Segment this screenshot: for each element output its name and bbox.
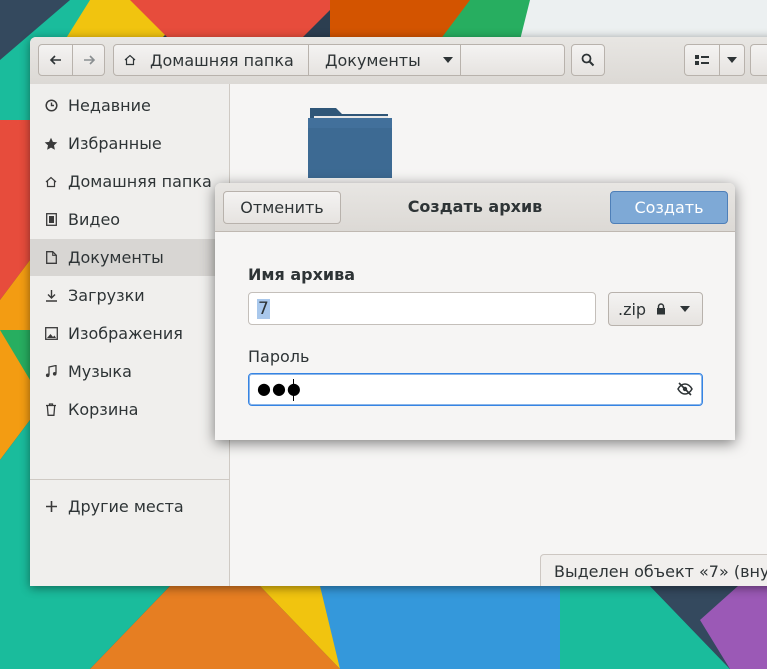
archive-name-input[interactable]: 7 (248, 292, 596, 325)
sidebar-item-label: Другие места (68, 497, 184, 516)
sidebar-item-pictures[interactable]: Изображения (30, 315, 229, 352)
sidebar-item-label: Документы (68, 248, 164, 267)
sidebar-item-label: Корзина (68, 400, 139, 419)
sidebar: Недавние Избранные Домашняя папка Видео … (30, 84, 230, 586)
sidebar-item-documents[interactable]: Документы (30, 239, 229, 276)
sidebar-item-label: Домашняя папка (68, 172, 212, 191)
path-empty-segment (461, 44, 565, 76)
chevron-down-icon (680, 306, 691, 312)
sidebar-item-downloads[interactable]: Загрузки (30, 277, 229, 314)
back-button[interactable] (38, 44, 73, 76)
lock-icon (656, 303, 666, 315)
chevron-down-icon (442, 57, 453, 63)
password-input[interactable]: ●●● (248, 373, 703, 406)
create-button[interactable]: Создать (610, 191, 728, 224)
sidebar-item-label: Видео (68, 210, 121, 229)
sidebar-item-home[interactable]: Домашняя папка (30, 163, 229, 200)
view-options-button[interactable] (719, 44, 745, 76)
search-button[interactable] (571, 44, 605, 76)
archive-format-value: .zip (618, 299, 647, 319)
status-bar: Выделен объект «7» (вну (540, 554, 767, 586)
header-bar: Домашняя папка Документы (30, 37, 767, 85)
star-icon (44, 137, 58, 151)
menu-button[interactable] (750, 44, 767, 76)
sidebar-item-label: Недавние (68, 96, 151, 115)
sidebar-item-music[interactable]: Музыка (30, 353, 229, 390)
sidebar-item-recent[interactable]: Недавние (30, 87, 229, 124)
list-view-icon (695, 54, 709, 66)
eye-off-icon[interactable] (677, 382, 693, 396)
path-home-label: Домашняя папка (150, 50, 294, 70)
sidebar-item-label: Избранные (68, 134, 162, 153)
sidebar-item-trash[interactable]: Корзина (30, 391, 229, 428)
path-home-button[interactable]: Домашняя папка (113, 44, 309, 76)
path-bar: Домашняя папка Документы (113, 44, 565, 76)
selection-status-text: Выделен объект «7» (вну (554, 562, 767, 581)
arrow-left-icon (49, 53, 63, 67)
home-icon (124, 54, 136, 66)
sidebar-item-label: Изображения (68, 324, 183, 343)
create-button-label: Создать (634, 198, 704, 217)
plus-icon (44, 501, 58, 512)
sidebar-item-starred[interactable]: Избранные (30, 125, 229, 162)
path-current-button[interactable]: Документы (309, 44, 461, 76)
forward-button[interactable] (72, 44, 105, 76)
sidebar-item-other-places[interactable]: Другие места (30, 488, 229, 525)
trash-icon (44, 403, 58, 416)
path-current-label: Документы (325, 50, 421, 70)
archive-name-value: 7 (257, 299, 270, 319)
document-icon (44, 251, 58, 264)
text-cursor (293, 379, 294, 401)
sidebar-item-label: Музыка (68, 362, 132, 381)
sidebar-item-label: Загрузки (68, 286, 145, 305)
download-icon (44, 289, 58, 302)
password-label: Пароль (248, 347, 310, 366)
dialog-header: Отменить Создать архив Создать (215, 183, 735, 232)
archive-format-dropdown[interactable]: .zip (608, 292, 703, 326)
search-icon (581, 53, 595, 67)
clock-icon (44, 99, 58, 112)
archive-name-label: Имя архива (248, 265, 356, 284)
view-mode-button[interactable] (684, 44, 720, 76)
film-icon (44, 213, 58, 226)
sidebar-separator (30, 479, 229, 480)
arrow-right-icon (82, 53, 96, 67)
image-icon (44, 327, 58, 340)
folder-icon[interactable] (308, 104, 392, 188)
password-mask: ●●● (257, 379, 302, 398)
sidebar-item-videos[interactable]: Видео (30, 201, 229, 238)
music-icon (44, 365, 58, 378)
home-icon (44, 176, 58, 188)
create-archive-dialog: Отменить Создать архив Создать Имя архив… (215, 183, 735, 440)
chevron-down-icon (727, 57, 737, 63)
